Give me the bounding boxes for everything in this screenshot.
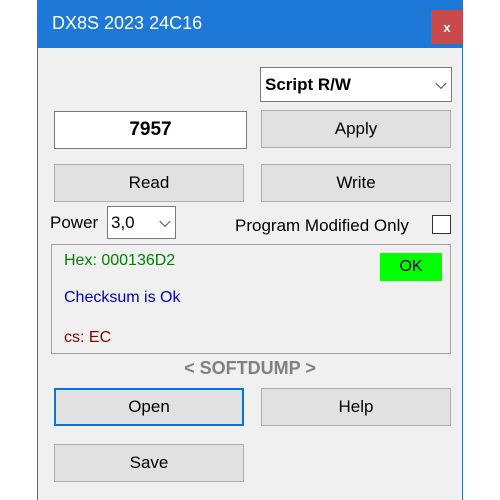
help-button[interactable]: Help	[261, 388, 451, 426]
program-modified-label: Program Modified Only	[235, 216, 409, 235]
mode-select-value: Script R/W	[265, 74, 351, 94]
chevron-down-icon	[435, 77, 447, 89]
read-button[interactable]: Read	[54, 164, 244, 202]
app-window: DX8S 2023 24C16 x Script R/W 7957 Apply …	[37, 0, 463, 500]
apply-button[interactable]: Apply	[261, 110, 451, 148]
close-button[interactable]: x	[431, 10, 463, 44]
close-icon: x	[443, 19, 451, 35]
program-modified-checkbox[interactable]	[432, 215, 451, 234]
mode-select[interactable]: Script R/W	[260, 67, 452, 102]
window-title: DX8S 2023 24C16	[52, 13, 203, 33]
save-button[interactable]: Save	[54, 444, 244, 482]
title-bar[interactable]: DX8S 2023 24C16 x	[38, 0, 463, 48]
open-button[interactable]: Open	[54, 388, 244, 426]
value-display: 7957	[54, 111, 247, 149]
write-button[interactable]: Write	[261, 164, 451, 202]
ok-badge: OK	[380, 253, 442, 281]
power-select[interactable]: 3,0	[107, 206, 176, 239]
status-panel: Hex: 000136D2 OK Checksum is Ok cs: EC	[51, 244, 451, 354]
brand-label: < SOFTDUMP >	[184, 358, 316, 378]
power-select-value: 3,0	[111, 212, 135, 232]
power-label: Power	[50, 213, 99, 232]
hex-status: Hex: 000136D2	[64, 252, 176, 269]
checksum-status: Checksum is Ok	[64, 289, 181, 306]
chevron-down-icon	[159, 215, 171, 227]
cs-status: cs: EC	[64, 329, 112, 346]
